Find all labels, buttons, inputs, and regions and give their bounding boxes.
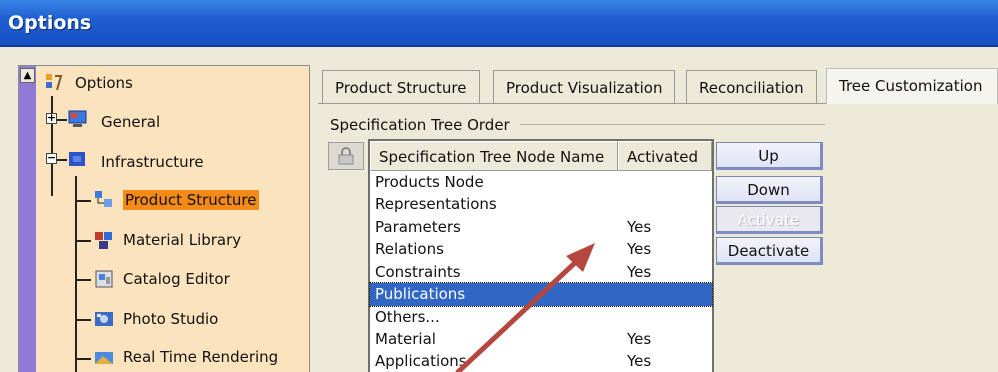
options-tree[interactable]: ▲ Options + General − Infrastructure Pro…: [18, 65, 310, 372]
activated-value: Yes: [627, 352, 652, 370]
activated-value: Yes: [627, 263, 652, 281]
general-icon: [67, 108, 89, 130]
node-name: Constraints: [375, 263, 461, 281]
tree-item-options[interactable]: Options: [75, 74, 133, 92]
tab-product-visualization[interactable]: Product Visualization: [493, 70, 676, 103]
activated-value: Yes: [627, 330, 652, 348]
list-header: Specification Tree Node Name Activated: [370, 141, 712, 171]
tree-item-infrastructure[interactable]: Infrastructure: [101, 153, 204, 171]
node-name: Applications: [375, 352, 467, 370]
column-header-activated[interactable]: Activated: [618, 141, 712, 171]
column-header-node-name[interactable]: Specification Tree Node Name: [370, 141, 618, 171]
lock-button[interactable]: [328, 142, 364, 170]
tree-item-product-structure[interactable]: Product Structure: [123, 190, 259, 210]
list-item-selected[interactable]: Publications: [369, 282, 713, 307]
group-title: Specification Tree Order: [330, 116, 514, 134]
catalog-editor-icon: [93, 268, 115, 290]
list-item[interactable]: Constraints Yes: [370, 261, 712, 284]
node-name: Publications: [375, 285, 466, 303]
tree-item-real-time-rendering[interactable]: Real Time Rendering: [123, 348, 278, 366]
activate-button[interactable]: Activate: [716, 206, 823, 234]
photo-studio-icon: [93, 308, 115, 330]
real-time-rendering-icon: [93, 347, 115, 369]
list-item[interactable]: Representations: [370, 193, 712, 216]
list-item[interactable]: Applications Yes: [370, 350, 712, 372]
window-title: Options: [8, 12, 92, 34]
tab-tree-customization[interactable]: Tree Customization: [826, 68, 998, 104]
material-library-icon: [93, 229, 115, 251]
tree-connector: [77, 319, 91, 321]
tree-connector: [77, 200, 91, 202]
tree-item-material-library[interactable]: Material Library: [123, 231, 241, 249]
tree-connector: [77, 358, 91, 360]
node-name: Parameters: [375, 218, 461, 236]
node-name: Representations: [375, 195, 497, 213]
tree-connector: [57, 159, 67, 161]
activated-value: Yes: [627, 240, 652, 258]
node-name: Relations: [375, 240, 444, 258]
group-divider: [520, 124, 825, 125]
list-item[interactable]: Material Yes: [370, 328, 712, 351]
title-bar[interactable]: Options: [0, 0, 998, 47]
expand-plus-icon[interactable]: +: [46, 112, 57, 124]
tree-item-catalog-editor[interactable]: Catalog Editor: [123, 270, 230, 288]
collapse-minus-icon[interactable]: −: [46, 152, 57, 164]
tab-product-structure[interactable]: Product Structure: [322, 70, 480, 103]
tree-order-list[interactable]: Specification Tree Node Name Activated P…: [368, 139, 714, 372]
list-item[interactable]: Parameters Yes: [370, 216, 712, 239]
infrastructure-icon: [67, 148, 89, 170]
tree-connector: [57, 119, 67, 121]
tree-scrollbar[interactable]: ▲: [19, 66, 36, 372]
list-item[interactable]: Products Node: [370, 171, 712, 194]
tree-connector: [77, 279, 91, 281]
tree-connector: [77, 240, 91, 242]
options-root-icon: [43, 72, 65, 94]
deactivate-button[interactable]: Deactivate: [716, 237, 823, 265]
product-structure-icon: [93, 189, 115, 211]
lock-icon: [338, 147, 354, 165]
up-button[interactable]: Up: [716, 142, 823, 170]
tab-reconciliation[interactable]: Reconciliation: [686, 70, 817, 103]
list-item[interactable]: Relations Yes: [370, 238, 712, 261]
scroll-up-arrow-icon[interactable]: ▲: [20, 68, 35, 83]
down-button[interactable]: Down: [716, 176, 823, 204]
tree-item-photo-studio[interactable]: Photo Studio: [123, 310, 218, 328]
activated-value: Yes: [627, 218, 652, 236]
tree-item-general[interactable]: General: [101, 113, 160, 131]
node-name: Products Node: [375, 173, 484, 191]
node-name: Others...: [375, 308, 440, 326]
list-item[interactable]: Others...: [370, 306, 712, 329]
tree-connector: [75, 176, 77, 372]
node-name: Material: [375, 330, 436, 348]
